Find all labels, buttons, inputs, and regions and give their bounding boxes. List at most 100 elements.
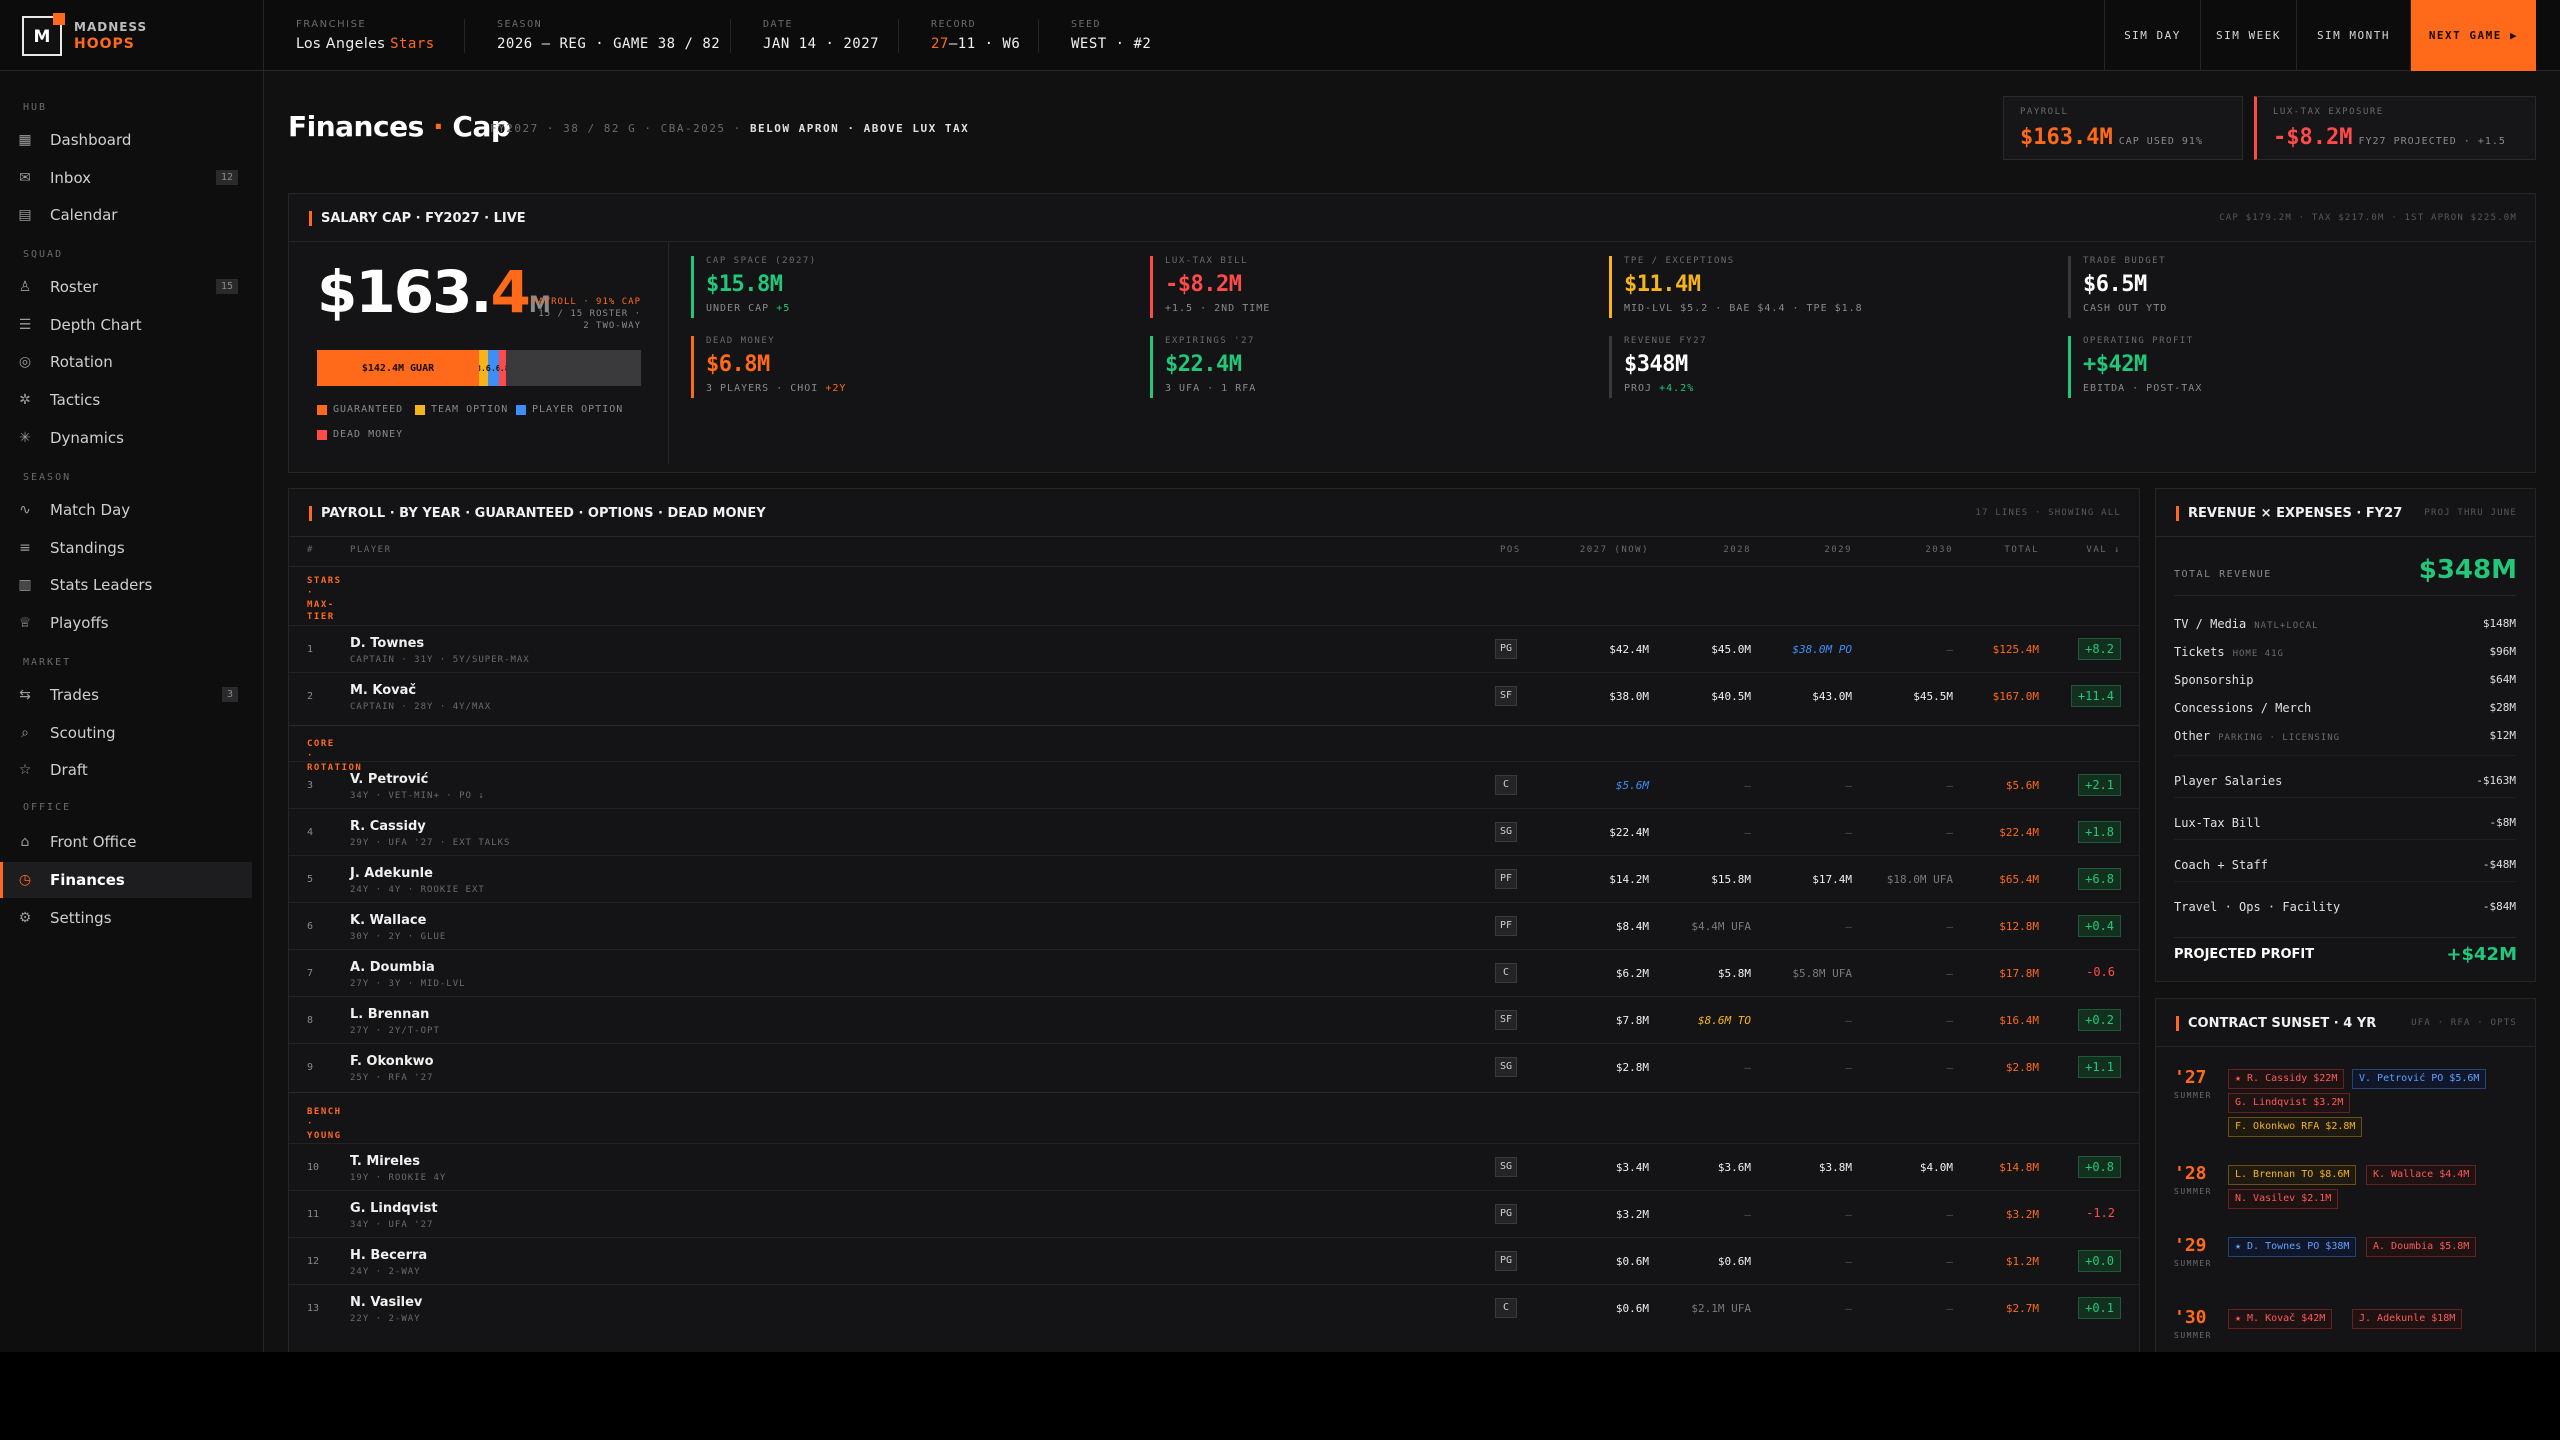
col-player[interactable]: PLAYER: [350, 545, 392, 555]
sidebar-item-label: Dynamics: [50, 429, 124, 447]
salary-cell-y27: $2.8M: [1615, 1061, 1649, 1074]
sidebar-item-scouting[interactable]: ⌕ Scouting: [0, 715, 252, 751]
table-row[interactable]: 11 G. Lindqvist 34Y · UFA '27 PG $3.2M — — — $3.…: [289, 1190, 2139, 1237]
contract-chip[interactable]: K. Wallace $4.4M: [2366, 1165, 2477, 1185]
salary-cap-title: SALARY CAP · FY2027 · LIVE: [309, 211, 526, 226]
line-sub: HOME 41G: [2232, 649, 2284, 659]
sidebar-item-settings[interactable]: ⚙ Settings: [0, 900, 252, 936]
player-name[interactable]: K. Wallace: [350, 913, 426, 928]
bars-icon: ▥: [18, 577, 32, 593]
table-row[interactable]: 13 N. Vasilev 22Y · 2-WAY C $0.6M $2.1M UFA — —…: [289, 1284, 2139, 1331]
stat-label: LUX-TAX BILL: [1165, 256, 1249, 266]
next-game-button[interactable]: NEXT GAME ▶: [2410, 0, 2536, 71]
player-name[interactable]: T. Mireles: [350, 1154, 420, 1169]
position-badge: C: [1495, 1298, 1517, 1318]
sidebar-item-calendar[interactable]: ▤ Calendar: [0, 197, 252, 233]
sidebar-item-standings[interactable]: ≡ Standings: [0, 530, 252, 566]
col-pos[interactable]: POS: [1500, 545, 1521, 555]
player-name[interactable]: N. Vasilev: [350, 1295, 422, 1310]
sim-week-button[interactable]: SIM WEEK: [2200, 0, 2296, 71]
sidebar-item-inbox[interactable]: ✉ Inbox 12: [0, 160, 252, 196]
date-value: JAN 14 · 2027: [763, 36, 880, 52]
sidebar-item-stats-leaders[interactable]: ▥ Stats Leaders: [0, 567, 252, 603]
group-label: CORE: [307, 739, 335, 749]
salary-cell-total: $167.0M: [1992, 690, 2039, 703]
revenue-line-amount: $148M: [2482, 617, 2516, 630]
revenue-line-label: Concessions / Merch: [2174, 701, 2319, 715]
col-2030[interactable]: 2030: [1925, 545, 1953, 555]
sidebar-item-trades[interactable]: ⇆ Trades 3: [0, 677, 252, 713]
player-name[interactable]: L. Brennan: [350, 1007, 429, 1022]
table-row[interactable]: 5 J. Adekunle 24Y · 4Y · ROOKIE EXT PF $14.2…: [289, 855, 2139, 902]
col-2028[interactable]: 2028: [1723, 545, 1751, 555]
col-2027[interactable]: 2027 (NOW): [1580, 545, 1649, 555]
salary-cell-y28: $4.4M UFA: [1691, 920, 1751, 933]
sidebar-item-match-day[interactable]: ∿ Match Day: [0, 492, 252, 528]
contract-chip[interactable]: J. Adekunle $18M: [2352, 1309, 2463, 1329]
contract-chip[interactable]: ★ M. Kovač $42M: [2228, 1309, 2333, 1329]
contract-chip[interactable]: ★ R. Cassidy $22M: [2228, 1069, 2345, 1089]
sim-month-button[interactable]: SIM MONTH: [2296, 0, 2410, 71]
col-num: #: [307, 545, 314, 555]
value-badge: -0.6: [2086, 965, 2115, 979]
contract-chip[interactable]: N. Vasilev $2.1M: [2228, 1189, 2339, 1209]
player-name[interactable]: D. Townes: [350, 636, 424, 651]
position-badge: PF: [1495, 869, 1517, 889]
payroll-title: PAYROLL · BY YEAR · GUARANTEED · OPTIONS…: [309, 506, 766, 521]
roster-badge: 15: [215, 279, 238, 294]
table-row[interactable]: 1 D. Townes CAPTAIN · 31Y · 5Y/SUPER-MAX PG…: [289, 625, 2139, 672]
sidebar-item-front-office[interactable]: ⌂ Front Office: [0, 824, 252, 860]
table-row[interactable]: 12 H. Becerra 24Y · 2-WAY PG $0.6M $0.6M — — $1.…: [289, 1237, 2139, 1284]
table-row[interactable]: 3 V. Petrović 34Y · VET-MIN+ · PO ↓ C $5.6M —…: [289, 761, 2139, 808]
table-row[interactable]: 8 L. Brennan 27Y · 2Y/T-OPT SF $7.8M $8.6M TO…: [289, 996, 2139, 1043]
sidebar-item-label: Finances: [50, 871, 125, 889]
record-value: 27–11 · W6: [931, 36, 1020, 52]
table-row[interactable]: 10 T. Mireles 19Y · ROOKIE 4Y SG $3.4M $3.6M $…: [289, 1143, 2139, 1190]
line-separator: [2174, 881, 2516, 882]
sim-day-button[interactable]: SIM DAY: [2104, 0, 2200, 71]
stat-label: DEAD MONEY: [706, 336, 776, 346]
contract-chip[interactable]: L. Brennan TO $8.6M: [2228, 1165, 2357, 1185]
list-icon: ≡: [19, 540, 31, 556]
sidebar-item-tactics[interactable]: ✲ Tactics: [0, 382, 252, 418]
sidebar-item-draft[interactable]: ☆ Draft: [0, 752, 252, 788]
player-name[interactable]: M. Kovač: [350, 683, 416, 698]
table-row[interactable]: 7 A. Doumbia 27Y · 3Y · MID-LVL C $6.2M $5.8M…: [289, 949, 2139, 996]
revenue-line: Lux-Tax Bill -$8M: [2174, 816, 2516, 836]
sidebar-item-rotation[interactable]: ◎ Rotation: [0, 344, 252, 380]
sidebar-item-dashboard[interactable]: ▦ Dashboard: [0, 122, 252, 158]
sidebar-item-playoffs[interactable]: ♕ Playoffs: [0, 605, 252, 641]
salary-cell-y30: —: [1946, 1014, 1953, 1027]
value-badge: +0.2: [2078, 1009, 2121, 1031]
search-icon: ⌕: [21, 725, 29, 741]
line-label: Travel · Ops · Facility: [2174, 900, 2341, 914]
kpi-payroll-label: PAYROLL: [2020, 107, 2069, 117]
contract-chip[interactable]: A. Doumbia $5.8M: [2366, 1237, 2477, 1257]
table-row[interactable]: 9 F. Okonkwo 25Y · RFA '27 SG $2.8M — — — $2.8M +…: [289, 1043, 2139, 1090]
line-label: Player Salaries: [2174, 774, 2283, 788]
table-row[interactable]: 2 M. Kovač CAPTAIN · 28Y · 4Y/MAX SF $38.0M $…: [289, 672, 2139, 719]
col-total[interactable]: TOTAL: [2004, 545, 2039, 555]
contract-chip[interactable]: F. Okonkwo RFA $2.8M: [2228, 1117, 2363, 1137]
contract-chip[interactable]: ★ D. Townes PO $38M: [2228, 1237, 2357, 1257]
brand-logo[interactable]: M MADNESS HOOPS: [0, 0, 264, 71]
sidebar-item-depth-chart[interactable]: ☰ Depth Chart: [0, 307, 252, 343]
player-name[interactable]: F. Okonkwo: [350, 1054, 434, 1069]
col-val[interactable]: VAL ↓: [2086, 545, 2121, 555]
col-2029[interactable]: 2029: [1824, 545, 1852, 555]
sidebar-item-finances[interactable]: ◷ Finances: [0, 862, 252, 898]
contract-chip[interactable]: V. Petrović PO $5.6M: [2352, 1069, 2487, 1089]
contract-chip[interactable]: G. Lindqvist $3.2M: [2228, 1093, 2351, 1113]
player-name[interactable]: A. Doumbia: [350, 960, 435, 975]
player-name[interactable]: G. Lindqvist: [350, 1201, 438, 1216]
player-name[interactable]: V. Petrović: [350, 772, 428, 787]
player-name[interactable]: R. Cassidy: [350, 819, 426, 834]
player-name[interactable]: J. Adekunle: [350, 866, 433, 881]
player-name[interactable]: H. Becerra: [350, 1248, 427, 1263]
revenue-line: TV / Media NATL+LOCAL $148M: [2174, 617, 2516, 637]
sidebar-item-roster[interactable]: ♙ Roster 15: [0, 269, 252, 305]
table-row[interactable]: 6 K. Wallace 30Y · 2Y · GLUE PF $8.4M $4.4M U…: [289, 902, 2139, 949]
salary-cell-y28: $15.8M: [1711, 873, 1751, 886]
sidebar-item-dynamics[interactable]: ✳ Dynamics: [0, 420, 252, 456]
table-row[interactable]: 4 R. Cassidy 29Y · UFA '27 · EXT TALKS SG $2…: [289, 808, 2139, 855]
